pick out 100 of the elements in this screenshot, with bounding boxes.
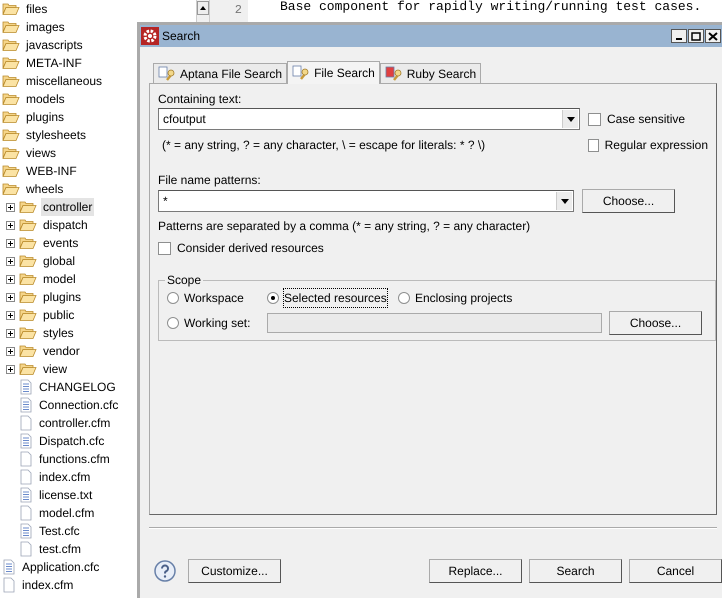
checkbox-label: Consider derived resources: [177, 240, 324, 257]
plus-box-icon[interactable]: [6, 256, 15, 266]
tree-item[interactable]: models: [24, 90, 67, 108]
tree-item[interactable]: model.cfm: [37, 504, 96, 522]
folder-icon: [19, 272, 37, 286]
tab[interactable]: Ruby Search: [380, 63, 482, 83]
plus-box-icon[interactable]: [6, 238, 15, 248]
text-file-icon: [19, 433, 33, 449]
dropdown-arrow-icon[interactable]: [560, 198, 568, 204]
close-button[interactable]: [705, 29, 721, 43]
tree-item[interactable]: Connection.cfc: [37, 396, 120, 414]
tree-item[interactable]: miscellaneous: [24, 72, 104, 90]
tree-item[interactable]: plugins: [24, 108, 66, 126]
tree-item[interactable]: functions.cfm: [37, 450, 112, 468]
search-button[interactable]: Search: [529, 559, 622, 583]
choose-button[interactable]: Choose...: [609, 311, 702, 335]
tree-item[interactable]: controller.cfm: [37, 414, 112, 432]
tree-item[interactable]: public: [41, 306, 76, 324]
dropdown-arrow-icon[interactable]: [566, 116, 574, 122]
tree-item[interactable]: META-INF: [24, 54, 84, 72]
tree-item[interactable]: view: [41, 360, 70, 378]
maximize-button[interactable]: [688, 29, 704, 43]
tab[interactable]: Aptana File Search: [153, 63, 288, 83]
folder-icon: [2, 110, 20, 124]
gear-icon: [141, 27, 159, 45]
folder-icon: [19, 218, 37, 232]
folder-icon: [19, 254, 37, 268]
tree-item[interactable]: WEB-INF: [24, 162, 79, 180]
tree-item[interactable]: global: [41, 252, 78, 270]
tree-item[interactable]: vendor: [41, 342, 82, 360]
choose-button[interactable]: Choose...: [582, 189, 675, 213]
maximize-icon: [691, 32, 701, 40]
scroll-up-icon[interactable]: [197, 1, 209, 15]
tree-item[interactable]: images: [24, 18, 67, 36]
folder-icon: [2, 38, 20, 52]
folder-icon: [2, 164, 20, 178]
tree-item[interactable]: views: [24, 144, 58, 162]
tree-item[interactable]: Application.cfc: [20, 558, 102, 576]
checkbox[interactable]: [588, 138, 599, 152]
help-icon[interactable]: [154, 560, 176, 582]
group-title: Scope: [166, 272, 202, 289]
tree-item[interactable]: license.txt: [37, 486, 94, 504]
plus-box-icon[interactable]: [6, 220, 15, 230]
radio-button[interactable]: [267, 292, 279, 304]
folder-icon: [19, 200, 37, 214]
radio-label: Selected resources: [284, 289, 387, 307]
tree-item[interactable]: Dispatch.cfc: [37, 432, 106, 450]
folder-icon: [2, 2, 20, 16]
radio-button[interactable]: [398, 292, 410, 304]
tree-item[interactable]: wheels: [24, 180, 66, 198]
tree-item[interactable]: model: [41, 270, 78, 288]
checkbox[interactable]: [588, 112, 601, 126]
cancel-button[interactable]: Cancel: [629, 559, 722, 583]
folder-icon: [2, 182, 20, 196]
tree-item[interactable]: dispatch: [41, 216, 90, 234]
file-name-patterns-field[interactable]: *: [158, 190, 574, 212]
plus-box-icon[interactable]: [6, 274, 15, 284]
tree-item[interactable]: plugins: [41, 288, 84, 306]
line-number: 2: [234, 3, 242, 17]
folder-icon: [19, 362, 37, 376]
file-icon: [19, 541, 33, 557]
folder-icon: [2, 146, 20, 160]
plus-box-icon[interactable]: [6, 364, 15, 374]
plus-box-icon[interactable]: [6, 328, 15, 338]
field-label: Containing text:: [158, 91, 242, 106]
tree-item[interactable]: javascripts: [24, 36, 85, 54]
tree-item[interactable]: index.cfm: [20, 576, 76, 594]
tree-item[interactable]: events: [41, 234, 80, 252]
folder-icon: [2, 74, 20, 88]
tree-item[interactable]: test.cfm: [37, 540, 84, 558]
radio-button[interactable]: [167, 317, 179, 329]
working-set-field[interactable]: [267, 313, 602, 333]
text-file-icon: [19, 379, 33, 395]
folder-icon: [2, 128, 20, 142]
tree-item[interactable]: styles: [41, 324, 76, 342]
replace-button[interactable]: Replace...: [429, 559, 522, 583]
tree-item[interactable]: Test.cfc: [37, 522, 82, 540]
checkbox[interactable]: [158, 242, 171, 254]
minimize-button[interactable]: [671, 29, 687, 43]
file-icon: [19, 415, 33, 431]
containing-text-field[interactable]: cfoutput: [158, 108, 580, 130]
folder-icon: [19, 326, 37, 340]
customize-button[interactable]: Customize...: [188, 559, 281, 583]
tree-item[interactable]: controller: [41, 198, 94, 216]
radio-label: Enclosing projects: [415, 290, 512, 307]
plus-box-icon[interactable]: [6, 346, 15, 356]
file-search-icon: [158, 66, 176, 82]
ruby-search-icon: [384, 66, 403, 82]
code-line: Base component for rapidly writing/running test cases.: [279, 0, 702, 14]
folder-icon: [19, 236, 37, 250]
tree-item[interactable]: index.cfm: [37, 468, 92, 486]
plus-box-icon[interactable]: [6, 310, 15, 320]
radio-button[interactable]: [167, 292, 179, 304]
plus-box-icon[interactable]: [6, 292, 15, 302]
plus-box-icon[interactable]: [6, 202, 15, 212]
tree-item[interactable]: files: [24, 0, 50, 18]
file-search-icon: [292, 65, 310, 81]
tree-item[interactable]: stylesheets: [24, 126, 88, 144]
tree-item[interactable]: CHANGELOG: [37, 378, 118, 396]
tab[interactable]: File Search: [287, 61, 380, 84]
